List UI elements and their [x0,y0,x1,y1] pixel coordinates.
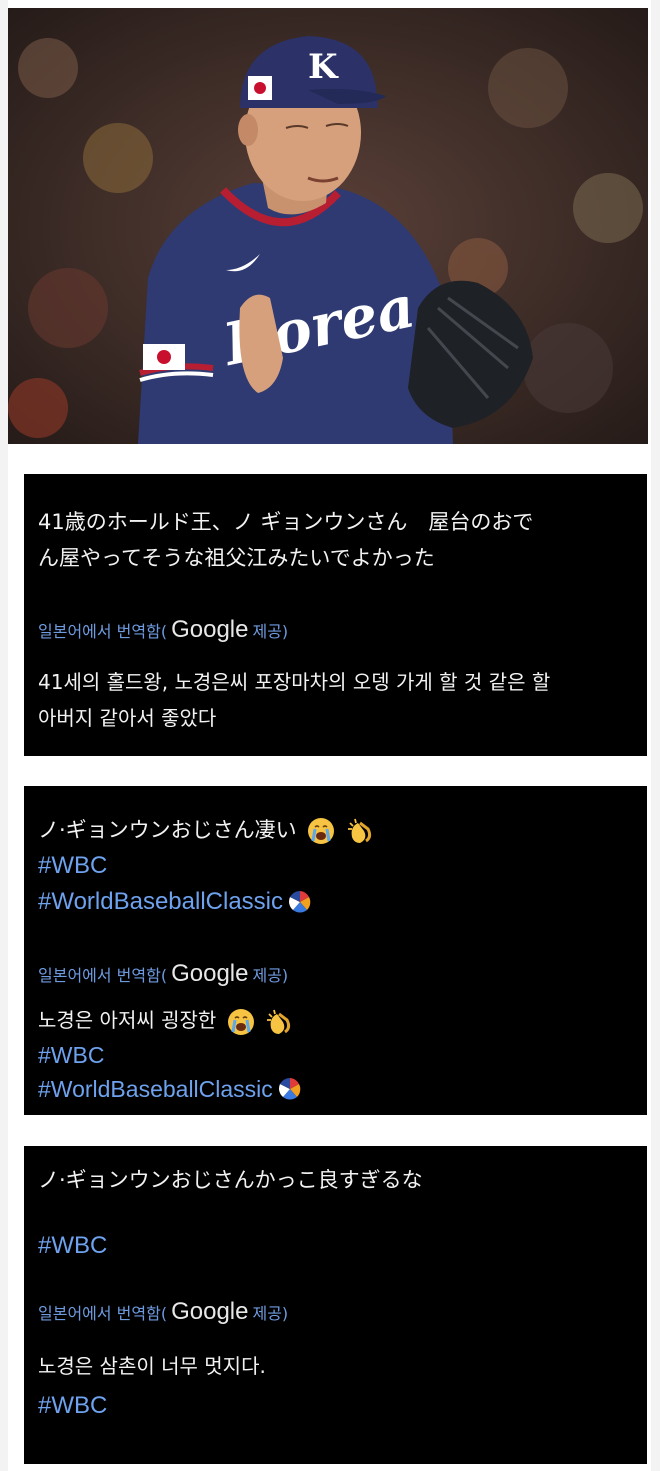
original-text: 41歳のホールド王、ノ ギョンウンさん 屋台のおで ん屋やってそうな祖父江みたい… [38,504,633,576]
translation-suffix: 제공) [252,1304,289,1323]
page: K Korea 41歳のホールド王、ノ ギョンウンさん 屋台のおで ん屋やってそ… [0,0,660,1471]
comment-card-2: ノ·ギョンウンおじさん凄い #WBC #WorldBaseballClassic [24,786,647,1115]
hashtag-link[interactable]: #WorldBaseballClassic [38,1072,633,1106]
player-photo: K Korea [8,8,648,444]
hashtag-text: #WorldBaseballClassic [38,1076,273,1102]
google-logo: Google [171,616,249,643]
original-text: ノ·ギョンウンおじさん凄い [38,812,633,848]
translated-line: 노경은 삼촌이 너무 멋지다. [38,1354,266,1378]
original-line: ノ·ギョンウンおじさん凄い [38,818,297,842]
hashtag-link[interactable]: #WBC [38,848,633,884]
hashtag-link[interactable]: #WorldBaseballClassic [38,884,633,920]
google-logo: Google [171,960,249,987]
wbc-logo-icon [278,1077,301,1100]
translated-text: 노경은 삼촌이 너무 멋지다. [38,1348,633,1384]
translated-line: 노경은 아저씨 굉장한 [38,1008,217,1032]
wbc-logo-icon [289,890,311,913]
clapping-hands-icon [348,818,372,843]
translation-suffix: 제공) [252,622,289,641]
hashtag-link[interactable]: #WBC [38,1228,633,1264]
translated-text: 노경은 아저씨 굉장한 [38,1002,633,1038]
translation-credit[interactable]: 일본어에서 번역함( Google 제공) [38,616,633,644]
hashtag-link[interactable]: #WBC [38,1388,633,1424]
clapping-hands-icon [267,1009,291,1034]
translation-label: 일본어에서 번역함( [38,966,168,985]
crying-face-icon [227,1008,254,1035]
hashtag-link[interactable]: #WBC [38,1038,633,1072]
cap-logo: K [308,47,339,87]
crying-face-icon [308,818,335,844]
translated-line-1: 41세의 홀드왕, 노경은씨 포장마차의 오뎅 가게 할 것 같은 할 [38,670,551,694]
translated-line-2: 아버지 같아서 좋았다 [38,706,217,730]
translation-label: 일본어에서 번역함( [38,622,168,641]
translation-credit[interactable]: 일본어에서 번역함( Google 제공) [38,1298,633,1326]
comment-card-3: ノ·ギョンウンおじさんかっこ良すぎるな #WBC 일본어에서 번역함( Goog… [24,1146,647,1464]
original-line: ノ·ギョンウンおじさんかっこ良すぎるな [38,1168,423,1192]
original-text: ノ·ギョンウンおじさんかっこ良すぎるな [38,1162,633,1198]
translated-text: 41세의 홀드왕, 노경은씨 포장마차의 오뎅 가게 할 것 같은 할 아버지 … [38,664,633,736]
original-line-2: ん屋やってそうな祖父江みたいでよかった [38,546,435,570]
translation-label: 일본어에서 번역함( [38,1304,168,1323]
translation-credit[interactable]: 일본어에서 번역함( Google 제공) [38,960,633,988]
original-line-1: 41歳のホールド王、ノ ギョンウンさん 屋台のおで [38,510,534,534]
google-logo: Google [171,1298,249,1325]
comment-card-1: 41歳のホールド王、ノ ギョンウンさん 屋台のおで ん屋やってそうな祖父江みたい… [24,474,647,756]
hashtag-text: #WorldBaseballClassic [38,888,283,915]
translation-suffix: 제공) [252,966,289,985]
player-illustration: K Korea [8,8,648,444]
